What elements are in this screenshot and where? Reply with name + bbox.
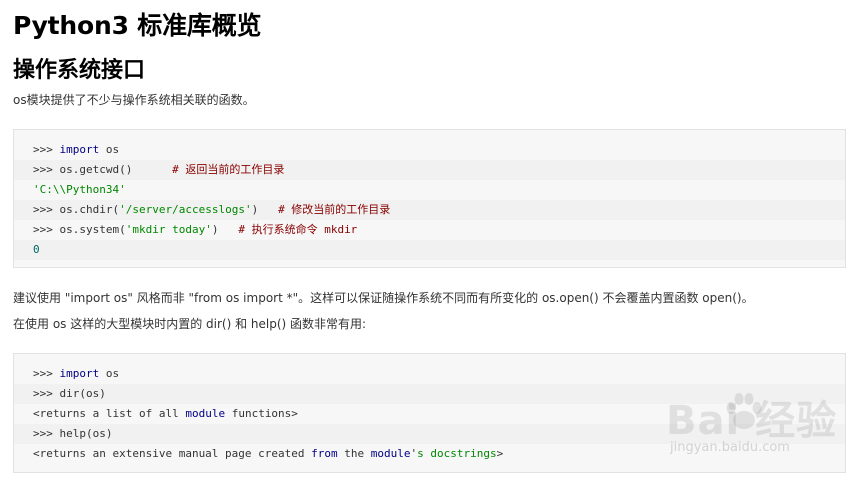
code-line: >>> os.system('mkdir today') # 执行系统命令 mk… [33,223,358,236]
code-line: >>> os.chdir('/server/accesslogs') # 修改当… [14,200,845,220]
dir-help-paragraph: 在使用 os 这样的大型模块时内置的 dir() 和 help() 函数非常有用… [13,317,367,331]
code-line: <returns an extensive manual page create… [33,447,504,460]
code-line: <returns a list of all module functions> [33,407,298,420]
code-line: >>> dir(os) [14,384,845,404]
section-title: 操作系统接口 [13,58,146,83]
intro-paragraph: os模块提供了不少与操作系统相关联的函数。 [13,93,255,107]
import-style-paragraph: 建议使用 "import os" 风格而非 "from os import *"… [13,291,754,305]
page-title: Python3 标准库概览 [13,11,262,40]
code-line: 'C:\\Python34' [33,183,126,196]
code-block-dir-help: >>> import os >>> dir(os) <returns a lis… [13,353,846,473]
code-line: >>> os.getcwd() # 返回当前的工作目录 [14,160,845,180]
code-line: >>> import os [33,367,120,380]
code-line: >>> help(os) [14,424,845,444]
code-line: >>> import os [33,143,120,156]
code-line: 0 [14,240,845,260]
code-block-os-basics: >>> import os >>> os.getcwd() # 返回当前的工作目… [13,129,846,268]
